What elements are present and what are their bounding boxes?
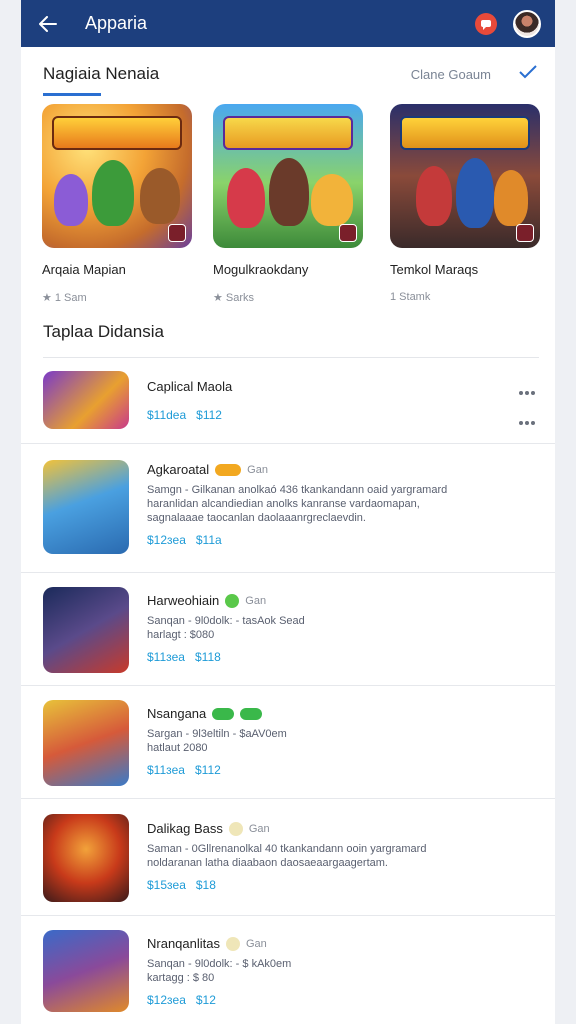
- item-desc-line: Saman - 0Gllrenanolkal 40 tkankandann oo…: [147, 843, 427, 855]
- star-icon: ★: [213, 292, 223, 304]
- app-title: Apparia: [85, 13, 148, 33]
- rating-badge: [516, 224, 534, 242]
- featured-card[interactable]: Arqaia Mapian ★ 1 Sam: [42, 104, 192, 304]
- game-thumbnail: [43, 700, 129, 786]
- item-title: Nsangana: [147, 706, 207, 721]
- item-desc-line: sagnalaaae taocanlan daolaaanrgreclaevdi…: [147, 512, 366, 524]
- game-thumbnail: [43, 814, 129, 902]
- price-secondary: $12: [195, 993, 216, 1007]
- list-item[interactable]: Agkaroatal Gan Samgn - Gilkanan anolkaó 4…: [21, 444, 555, 573]
- item-desc-line: kartagg : $ 80: [147, 972, 215, 984]
- status-dot-icon: [225, 593, 240, 608]
- card-meta: Sarks: [225, 291, 254, 304]
- game-thumbnail: [43, 587, 129, 673]
- item-title: Agkaroatal: [147, 462, 210, 477]
- star-icon: ★: [42, 292, 52, 304]
- item-desc-line: Samgn - Gilkanan anolkaó 436 tkankandann…: [147, 484, 448, 496]
- card-meta: 1 Stamk: [390, 291, 431, 303]
- status-dot-icon: [226, 936, 240, 951]
- game-thumbnail: [213, 104, 363, 248]
- item-title: Harweohiain: [147, 593, 220, 608]
- item-desc-line: haranlidan alcandiedian anolks kanranse …: [147, 498, 420, 510]
- checkmark-icon[interactable]: [519, 65, 537, 84]
- price-secondary: $18: [195, 878, 216, 892]
- featured-card[interactable]: Mogulkraokdany ★ Sarks: [213, 104, 363, 304]
- price-secondary: $112: [194, 763, 221, 777]
- price-secondary: $112: [196, 408, 222, 422]
- card-title: Temkol Maraqs: [390, 262, 479, 277]
- rating-badge: [339, 224, 357, 242]
- card-title: Arqaia Mapian: [42, 262, 126, 277]
- price-primary: $15ɜea: [147, 878, 186, 892]
- game-thumbnail: [43, 930, 129, 1012]
- game-thumbnail: [43, 460, 129, 554]
- list-item[interactable]: Dalikag Bass Gan Saman - 0Gllrenanolkal 4…: [21, 799, 555, 916]
- more-options-icon[interactable]: [519, 382, 537, 395]
- badge-pill: [212, 707, 235, 720]
- emoji-badge: [215, 463, 242, 476]
- item-tag: Gan: [248, 822, 270, 835]
- featured-title: Nagiaia Nenaia: [43, 64, 160, 83]
- back-arrow-icon[interactable]: [37, 13, 59, 35]
- featured-card[interactable]: Temkol Maraqs 1 Stamk: [390, 104, 540, 303]
- game-thumbnail: [42, 104, 192, 248]
- list-item[interactable]: Harweohiain Gan Sanqan - 9l0dolk: - tasAo…: [21, 573, 555, 686]
- card-title: Mogulkraokdany: [213, 262, 309, 277]
- item-title: Caplical Maola: [147, 379, 233, 394]
- price-primary: $11ɜea: [147, 650, 185, 664]
- item-tag: Gan: [245, 594, 267, 607]
- price-secondary: $118: [194, 650, 221, 664]
- rating-badge: [168, 224, 186, 242]
- badge-pill: [240, 707, 263, 720]
- avatar[interactable]: [513, 9, 541, 38]
- item-desc-line: hatlaut 2080: [147, 742, 208, 754]
- item-desc-line: Sanqan - 9l0dolk: - tasAok Sead: [147, 615, 305, 627]
- list-item[interactable]: Nranqanlitas Gan Sanqan - 9l0dolk: - $ kA…: [21, 916, 555, 1024]
- item-desc-line: noldaranan latha diaabaon daosaeaargaage…: [147, 857, 388, 869]
- notification-icon[interactable]: [475, 12, 497, 35]
- item-desc-line: Sargan - 9l3eltiln - $aAV0em: [147, 728, 287, 740]
- item-desc-line: harlagt : $080: [147, 629, 215, 641]
- game-list: Caplical Maola $11dea $112 Agkaroatal Gan …: [21, 358, 555, 1024]
- game-thumbnail: [43, 371, 129, 429]
- more-options-icon[interactable]: [519, 412, 537, 425]
- card-meta: 1 Sam: [54, 291, 87, 304]
- item-title: Dalikag Bass: [147, 821, 223, 836]
- price-primary: $12ɜea: [147, 533, 186, 547]
- item-desc-line: Sanqan - 9l0dolk: - $ kAk0em: [147, 958, 292, 970]
- featured-section-header: Nagiaia Nenaia Clane Goaum: [21, 47, 555, 101]
- price-primary: $11ɜea: [147, 763, 185, 777]
- tab-underline: [43, 93, 101, 96]
- see-all-link[interactable]: Clane Goaum: [411, 67, 491, 82]
- price-secondary: $11a: [195, 533, 222, 547]
- list-item[interactable]: Nsangana Sargan - 9l3eltiln - $aAV0em ha…: [21, 686, 555, 799]
- status-dot-icon: [228, 821, 243, 836]
- game-thumbnail: [390, 104, 540, 248]
- app-bar: Apparia: [21, 0, 555, 47]
- list-section-title: Taplaa Didansia: [43, 322, 164, 341]
- list-item[interactable]: Caplical Maola $11dea $112: [21, 358, 555, 444]
- item-tag: Gan: [247, 463, 268, 476]
- featured-carousel: Arqaia Mapian ★ 1 Sam Mogulkraokdany ★ Sar…: [42, 104, 542, 304]
- item-title: Nranqanlitas: [147, 936, 220, 951]
- price-primary: $11dea: [147, 408, 187, 422]
- item-tag: Gan: [246, 937, 267, 950]
- app-screen: Apparia Nagiaia Nenaia Clane Goaum Arqai…: [21, 0, 555, 1024]
- price-primary: $12ɜea: [147, 993, 186, 1007]
